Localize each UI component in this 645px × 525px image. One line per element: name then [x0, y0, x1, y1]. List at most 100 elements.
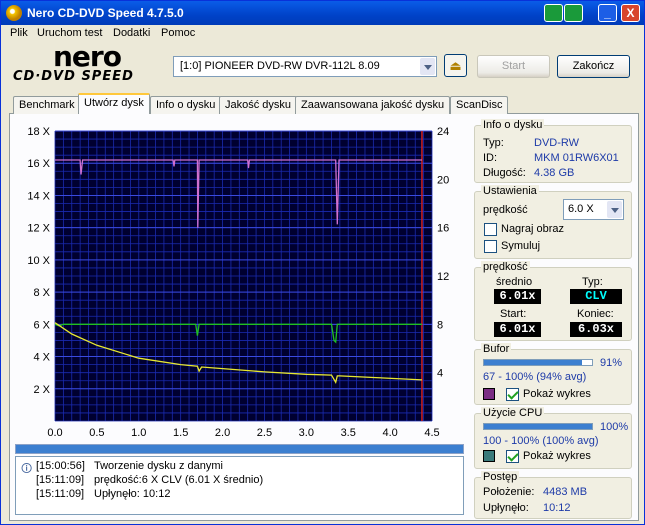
app-window: Nero CD-DVD Speed 4.7.5.0 _ X Plik Uruch…: [0, 0, 645, 525]
title-bar[interactable]: Nero CD-DVD Speed 4.7.5.0 _ X: [1, 1, 644, 25]
buffer-bar: [483, 359, 593, 366]
group-title: Użycie CPU: [481, 407, 545, 419]
tab-create-disc[interactable]: Utwórz dysk: [78, 93, 150, 114]
x-tick-label: 1.5: [173, 427, 188, 439]
buffer-group: Bufor 91% 67 - 100% (94% avg) Pokaż wykr…: [474, 343, 632, 405]
x-tick-label: 0.5: [89, 427, 104, 439]
green-dock-icon[interactable]: [544, 4, 563, 22]
tab-scandisc[interactable]: ScanDisc: [450, 96, 509, 114]
drive-select[interactable]: [1:0] PIONEER DVD-RW DVR-112L 8.09: [173, 56, 437, 77]
start-label: Start:: [500, 308, 527, 320]
x-tick-label: 3.5: [341, 427, 356, 439]
buffer-show-graph-checkbox[interactable]: [506, 388, 519, 401]
exit-button[interactable]: Zakończ: [557, 55, 630, 78]
chevron-down-icon[interactable]: [420, 58, 435, 75]
window-title: Nero CD-DVD Speed 4.7.5.0: [27, 6, 184, 20]
speed-group: prędkość średnio Typ: 6.01x CLV Start: K…: [474, 261, 632, 341]
tab-disc-info[interactable]: Info o dysku: [150, 96, 222, 114]
avg-label: średnio: [496, 276, 533, 288]
y-left-tick-label: 4 X: [33, 352, 50, 364]
y-left-tick-label: 2 X: [33, 384, 50, 396]
progress-group: Postęp Położenie: 4483 MB Upłynęło: 10:1…: [474, 471, 632, 519]
buffer-color-swatch[interactable]: [483, 388, 495, 400]
y-right-tick-label: 16: [437, 223, 449, 235]
info-icon: 🛈: [21, 463, 33, 475]
write-speed-value: 6.0 X: [568, 203, 594, 215]
write-progress-bar: [15, 444, 464, 454]
event-log[interactable]: 🛈 [15:00:56] Tworzenie dysku z danymi [1…: [15, 456, 464, 515]
disc-eject-icon: ⏏: [449, 58, 462, 73]
x-tick-label: 4.0: [382, 427, 397, 439]
id-value: MKM 01RW6X01: [534, 152, 619, 164]
end-label: Koniec:: [577, 308, 614, 320]
elapsed-value: 10:12: [543, 502, 571, 514]
cpu-bar-fill: [484, 424, 592, 429]
nero-logo: nero CD·DVD SPEED: [13, 40, 163, 85]
log-time: [15:00:56]: [36, 460, 85, 472]
y-right-tick-label: 20: [437, 174, 449, 186]
disc-info-group: Info o dysku Typ: DVD-RW ID: MKM 01RW6X0…: [474, 119, 632, 183]
id-label: ID:: [483, 152, 498, 164]
elapsed-label: Upłynęło:: [483, 502, 529, 514]
x-tick-label: 0.0: [47, 427, 62, 439]
type-label: Typ:: [582, 276, 603, 288]
cpu-show-graph-checkbox[interactable]: [506, 450, 519, 463]
length-label: Długość:: [483, 167, 526, 179]
eject-button[interactable]: ⏏: [444, 54, 467, 77]
y-left-tick-label: 8 X: [33, 287, 50, 299]
position-value: 4483 MB: [543, 486, 588, 498]
speed-label: prędkość: [483, 204, 528, 216]
group-title: Ustawienia: [481, 185, 539, 197]
x-tick-label: 2.5: [257, 427, 272, 439]
y-left-tick-label: 16 X: [27, 158, 50, 170]
write-speed-select[interactable]: 6.0 X: [563, 199, 624, 220]
x-tick-label: 2.0: [215, 427, 230, 439]
green-dock-icon-2[interactable]: [564, 4, 583, 22]
cpu-range: 100 - 100% (100% avg): [483, 435, 599, 447]
y-left-tick-label: 6 X: [33, 319, 50, 331]
y-left-tick-label: 14 X: [27, 190, 50, 202]
start-button[interactable]: Start: [477, 55, 550, 78]
avg-speed-display: 6.01x: [494, 289, 541, 304]
chart-svg: 2 X 4 X 6 X 8 X 10 X 12 X 14 X 16 X 18 X 4 8 12 16 20…: [15, 121, 471, 443]
y-right-tick-label: 24: [437, 126, 449, 138]
simulate-checkbox[interactable]: [484, 240, 497, 253]
y-left-tick-label: 18 X: [27, 126, 50, 138]
type-value: DVD-RW: [534, 137, 580, 149]
simulate-label: Symuluj: [501, 240, 541, 252]
drive-select-value: [1:0] PIONEER DVD-RW DVR-112L 8.09: [180, 60, 380, 72]
chevron-down-icon[interactable]: [607, 201, 622, 218]
menu-file[interactable]: Plik: [10, 27, 28, 39]
log-message: prędkość:6 X CLV (6.01 X średnio): [94, 474, 264, 486]
nero-app-icon: [6, 5, 22, 21]
close-button[interactable]: X: [621, 4, 640, 22]
buffer-show-graph-label: Pokaż wykres: [523, 388, 591, 400]
cpu-color-swatch[interactable]: [483, 450, 495, 462]
y-left-tick-label: 12 X: [27, 223, 50, 235]
cpu-percent: 100%: [600, 421, 629, 433]
tab-disc-quality[interactable]: Jakość dysku: [219, 96, 298, 114]
buffer-bar-fill: [484, 360, 583, 365]
y-right-tick-label: 12: [437, 271, 449, 283]
buffer-range: 67 - 100% (94% avg): [483, 371, 587, 383]
start-speed-display: 6.01x: [494, 322, 541, 337]
position-label: Położenie:: [483, 486, 535, 498]
buffer-percent: 91%: [600, 357, 623, 369]
cpu-show-graph-label: Pokaż wykres: [523, 450, 591, 462]
group-title: Postęp: [481, 471, 520, 483]
length-value: 4.38 GB: [534, 167, 575, 179]
speed-chart: 2 X 4 X 6 X 8 X 10 X 12 X 14 X 16 X 18 X 4 8 12 16 20…: [15, 121, 471, 443]
log-message: Upłynęło: 10:12: [94, 488, 171, 500]
type-label: Typ:: [483, 137, 504, 149]
minimize-button[interactable]: _: [598, 4, 617, 22]
log-time: [15:11:09]: [36, 474, 85, 486]
cpu-group: Użycie CPU 100% 100 - 100% (100% avg) Po…: [474, 407, 632, 469]
menu-extras[interactable]: Dodatki: [113, 27, 150, 39]
record-image-label: Nagraj obraz: [501, 223, 564, 235]
menu-run-test[interactable]: Uruchom test: [37, 27, 102, 39]
log-time: [15:11:09]: [36, 488, 85, 500]
tab-advanced-disc-quality[interactable]: Zaawansowana jakość dysku: [295, 96, 451, 114]
record-image-checkbox[interactable]: [484, 223, 497, 236]
menu-help[interactable]: Pomoc: [161, 27, 195, 39]
tab-benchmark[interactable]: Benchmark: [13, 96, 81, 114]
